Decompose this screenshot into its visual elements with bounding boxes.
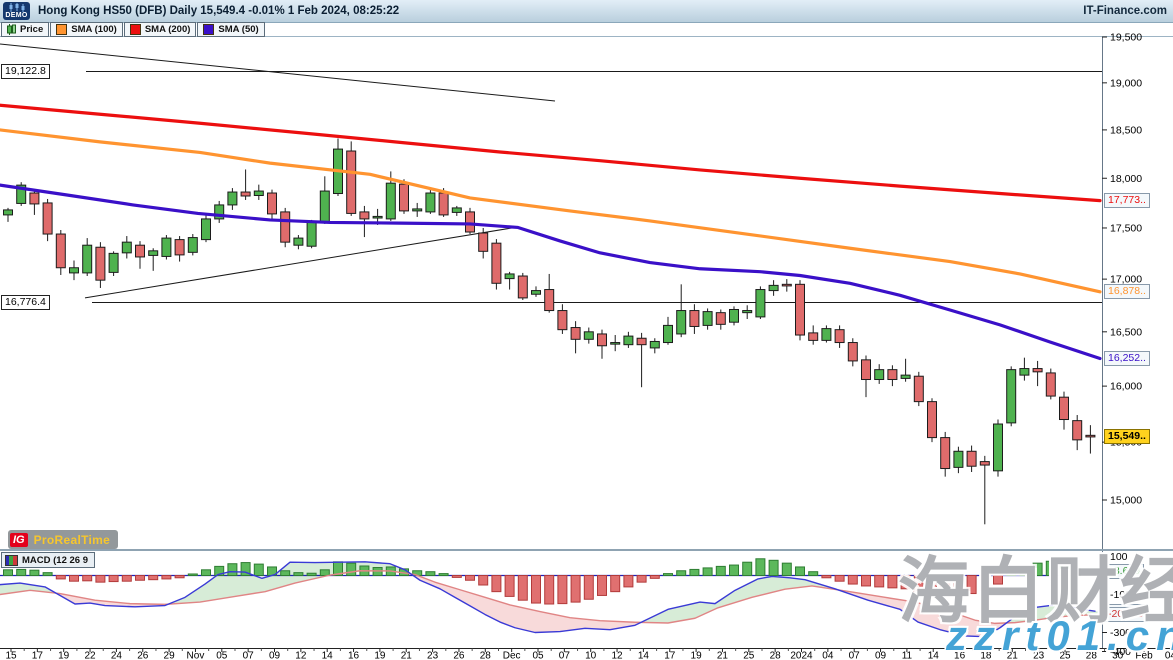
svg-text:-100: -100 — [1110, 589, 1131, 601]
svg-text:16,000: 16,000 — [1110, 381, 1142, 393]
trading-app-window: 19,50019,00018,50018,00017,50017,00016,5… — [0, 0, 1173, 660]
svg-text:17: 17 — [32, 651, 44, 660]
svg-text:15: 15 — [5, 651, 17, 660]
macd-axis-marker: 18.699 — [1104, 564, 1144, 579]
svg-text:07: 07 — [849, 651, 861, 660]
price-chart-canvas[interactable]: 19,50019,00018,50018,00017,50017,00016,5… — [0, 0, 1173, 660]
svg-text:14: 14 — [638, 651, 650, 660]
svg-text:09: 09 — [269, 651, 281, 660]
macd-indicator-tab[interactable]: MACD (12 26 9 — [1, 552, 95, 568]
level-label: 19,122.8 — [1, 64, 50, 79]
svg-text:18,500: 18,500 — [1110, 124, 1142, 136]
svg-text:26: 26 — [453, 651, 465, 660]
svg-text:09: 09 — [875, 651, 887, 660]
legend-sma200-label: SMA (200) — [145, 24, 191, 35]
svg-text:29: 29 — [164, 651, 176, 660]
svg-text:21: 21 — [717, 651, 729, 660]
svg-text:28: 28 — [480, 651, 492, 660]
sma50-swatch-icon — [203, 24, 214, 35]
svg-text:12: 12 — [611, 651, 623, 660]
svg-text:10: 10 — [585, 651, 597, 660]
demo-badge: DEMO — [3, 2, 30, 20]
price-panel — [0, 44, 1102, 524]
prorealtime-label: ProRealTime — [34, 533, 110, 547]
svg-text:19,000: 19,000 — [1110, 77, 1142, 89]
legend-chip-sma100[interactable]: SMA (100) — [50, 22, 123, 37]
legend-price-label: Price — [20, 24, 43, 35]
svg-text:04: 04 — [1165, 651, 1173, 660]
legend-chip-price[interactable]: Price — [1, 22, 49, 37]
svg-text:19: 19 — [58, 651, 70, 660]
svg-text:24: 24 — [111, 651, 123, 660]
svg-text:25: 25 — [1059, 651, 1071, 660]
sma200-swatch-icon — [130, 24, 141, 35]
sma-axis-marker: 16,878.. — [1104, 284, 1150, 299]
svg-text:21: 21 — [401, 651, 413, 660]
last-price-marker: 15,549.. — [1104, 429, 1150, 444]
title-bar: DEMO Hong Kong HS50 (DFB) Daily 15,549.4… — [0, 0, 1173, 23]
svg-text:14: 14 — [928, 651, 940, 660]
sma100-swatch-icon — [56, 24, 67, 35]
svg-text:18,000: 18,000 — [1110, 173, 1142, 185]
svg-text:18: 18 — [980, 651, 992, 660]
sma-axis-marker: 17,773.. — [1104, 193, 1150, 208]
legend-chip-sma200[interactable]: SMA (200) — [124, 22, 197, 37]
macd-tab-label: MACD (12 26 9 — [22, 555, 88, 566]
price-candle-icon — [7, 24, 16, 35]
ig-logo: IG — [10, 533, 28, 547]
svg-text:19: 19 — [374, 651, 386, 660]
svg-text:23: 23 — [1033, 651, 1045, 660]
svg-text:28: 28 — [1086, 651, 1098, 660]
svg-text:30: 30 — [1112, 651, 1124, 660]
svg-text:07: 07 — [243, 651, 255, 660]
macd-axis-marker: -206.59 — [1104, 607, 1148, 622]
svg-text:23: 23 — [427, 651, 439, 660]
svg-text:17: 17 — [664, 651, 676, 660]
macd-panel — [0, 559, 1102, 637]
svg-text:17,500: 17,500 — [1110, 222, 1142, 234]
sma-axis-marker: 16,252.. — [1104, 351, 1150, 366]
svg-text:21: 21 — [1007, 651, 1019, 660]
legend-sma50-label: SMA (50) — [218, 24, 258, 35]
svg-text:04: 04 — [822, 651, 834, 660]
site-label[interactable]: IT-Finance.com — [1083, 5, 1167, 17]
svg-text:-300: -300 — [1110, 627, 1131, 639]
svg-text:Dec: Dec — [503, 651, 521, 660]
demo-label: DEMO — [5, 12, 27, 20]
svg-text:05: 05 — [216, 651, 228, 660]
svg-text:28: 28 — [770, 651, 782, 660]
prorealtime-logo: IG ProRealTime — [8, 530, 118, 549]
svg-text:16,500: 16,500 — [1110, 326, 1142, 338]
svg-text:22: 22 — [84, 651, 96, 660]
svg-text:07: 07 — [559, 651, 571, 660]
svg-text:15,000: 15,000 — [1110, 495, 1142, 507]
svg-text:11: 11 — [902, 651, 913, 660]
chart-title: Hong Kong HS50 (DFB) Daily 15,549.4 -0.0… — [38, 5, 399, 17]
svg-text:25: 25 — [743, 651, 755, 660]
mini-candles-icon — [9, 3, 25, 12]
svg-text:19: 19 — [691, 651, 703, 660]
svg-text:14: 14 — [322, 651, 334, 660]
svg-text:Feb: Feb — [1135, 651, 1153, 660]
svg-text:100: 100 — [1110, 551, 1128, 563]
legend-chip-sma50[interactable]: SMA (50) — [197, 22, 264, 37]
level-label: 16,776.4 — [1, 295, 50, 310]
svg-text:05: 05 — [532, 651, 544, 660]
legend-row: Price SMA (100) SMA (200) SMA (50) — [0, 22, 1173, 37]
svg-text:16: 16 — [954, 651, 966, 660]
svg-text:26: 26 — [137, 651, 149, 660]
svg-text:2024: 2024 — [790, 651, 813, 660]
svg-text:12: 12 — [295, 651, 307, 660]
macd-icon — [5, 555, 18, 566]
legend-sma100-label: SMA (100) — [71, 24, 117, 35]
svg-text:Nov: Nov — [187, 651, 205, 660]
svg-text:16: 16 — [348, 651, 360, 660]
